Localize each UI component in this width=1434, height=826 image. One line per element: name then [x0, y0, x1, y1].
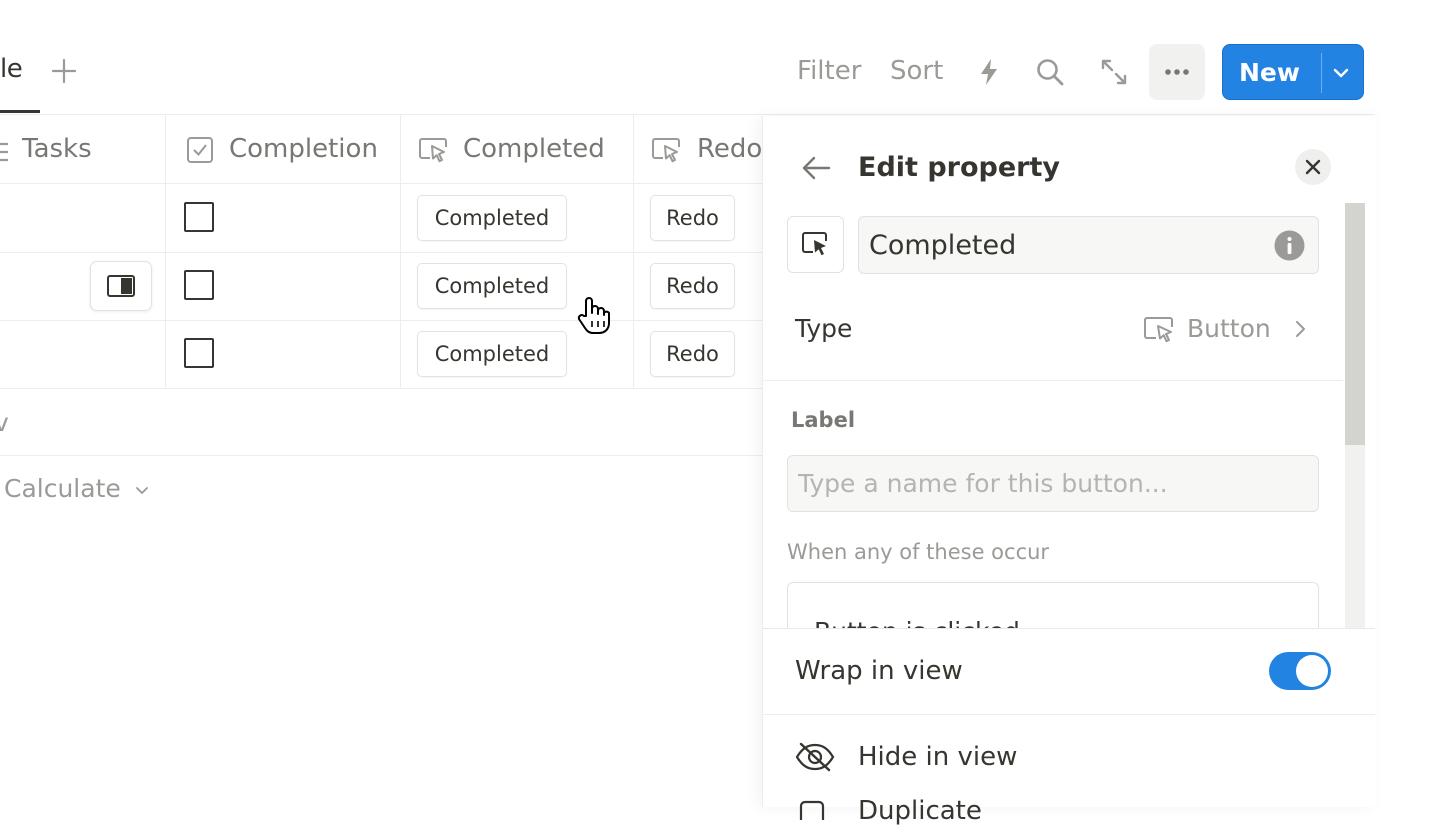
- column-header-completed[interactable]: Completed: [463, 134, 605, 164]
- duplicate-icon: [799, 800, 829, 820]
- column-divider: [165, 114, 166, 388]
- redo-button[interactable]: Redo: [650, 263, 735, 309]
- triggers-section-title: When any of these occur: [787, 540, 1050, 564]
- chevron-down-icon[interactable]: [1329, 61, 1353, 85]
- back-arrow-icon[interactable]: [800, 154, 832, 182]
- column-header-completion[interactable]: Completion: [229, 134, 378, 164]
- lightning-icon[interactable]: [974, 57, 1004, 87]
- wrap-in-view-label: Wrap in view: [795, 656, 963, 686]
- list-icon: [0, 140, 12, 164]
- sort-button[interactable]: Sort: [890, 56, 943, 86]
- new-button-divider: [1321, 53, 1322, 93]
- search-icon[interactable]: [1035, 57, 1065, 87]
- label-section-title: Label: [791, 408, 856, 432]
- expand-icon[interactable]: [1099, 57, 1129, 87]
- column-divider: [400, 114, 401, 388]
- completed-button[interactable]: Completed: [417, 331, 567, 377]
- chevron-right-icon[interactable]: [1290, 319, 1310, 339]
- button-cursor-icon: [1143, 315, 1177, 345]
- panel-title: Edit property: [858, 152, 1060, 183]
- header-bottom-border: [0, 183, 762, 184]
- section-divider: [763, 628, 1375, 629]
- redo-button[interactable]: Redo: [650, 195, 735, 241]
- type-label: Type: [795, 314, 853, 343]
- checkbox-icon: [186, 136, 214, 164]
- open-page-button[interactable]: [90, 261, 152, 311]
- completed-button[interactable]: Completed: [417, 263, 567, 309]
- table-top-border: [0, 114, 1375, 115]
- button-cursor-icon: [651, 136, 683, 164]
- chevron-down-icon: [133, 481, 151, 499]
- view-tab-label[interactable]: le: [0, 54, 23, 84]
- completion-checkbox[interactable]: [184, 338, 214, 368]
- section-divider: [763, 714, 1375, 715]
- new-row-button[interactable]: v: [0, 408, 9, 437]
- eye-slash-icon: [795, 742, 835, 772]
- wrap-in-view-toggle[interactable]: [1269, 652, 1331, 690]
- button-cursor-icon: [418, 136, 450, 164]
- completed-button[interactable]: Completed: [417, 195, 567, 241]
- view-tab-underline: [0, 110, 40, 113]
- toggle-knob: [1296, 655, 1328, 687]
- trigger-label: Button is clicked: [814, 617, 1020, 628]
- plus-icon[interactable]: [50, 57, 78, 85]
- new-row-divider: [0, 455, 762, 456]
- new-button-label: New: [1239, 58, 1300, 87]
- panel-scrollbar-thumb[interactable]: [1345, 203, 1365, 445]
- more-icon[interactable]: [1149, 44, 1205, 100]
- type-value[interactable]: Button: [1187, 314, 1271, 343]
- hand-cursor-icon: [576, 296, 612, 336]
- hide-in-view-option[interactable]: Hide in view: [858, 742, 1017, 772]
- row-divider: [0, 252, 762, 253]
- close-icon[interactable]: [1295, 149, 1331, 185]
- completion-checkbox[interactable]: [184, 270, 214, 300]
- button-label-input[interactable]: [787, 455, 1319, 512]
- duplicate-option[interactable]: Duplicate: [858, 796, 982, 826]
- property-icon-picker[interactable]: [787, 216, 844, 273]
- redo-button[interactable]: Redo: [650, 331, 735, 377]
- new-button[interactable]: New: [1222, 44, 1364, 100]
- trigger-item[interactable]: Button is clicked: [787, 582, 1319, 628]
- completion-checkbox[interactable]: [184, 202, 214, 232]
- calculate-label: Calculate: [4, 474, 121, 503]
- row-divider: [0, 388, 762, 389]
- row-divider: [0, 320, 762, 321]
- calculate-button[interactable]: Calculate: [4, 474, 151, 503]
- section-divider: [763, 380, 1343, 381]
- column-divider: [633, 114, 634, 388]
- column-header-redo[interactable]: Redo: [697, 134, 761, 164]
- column-header-tasks[interactable]: Tasks: [22, 134, 92, 164]
- property-name-input[interactable]: [858, 216, 1319, 274]
- filter-button[interactable]: Filter: [797, 56, 861, 86]
- info-icon[interactable]: [1274, 230, 1305, 261]
